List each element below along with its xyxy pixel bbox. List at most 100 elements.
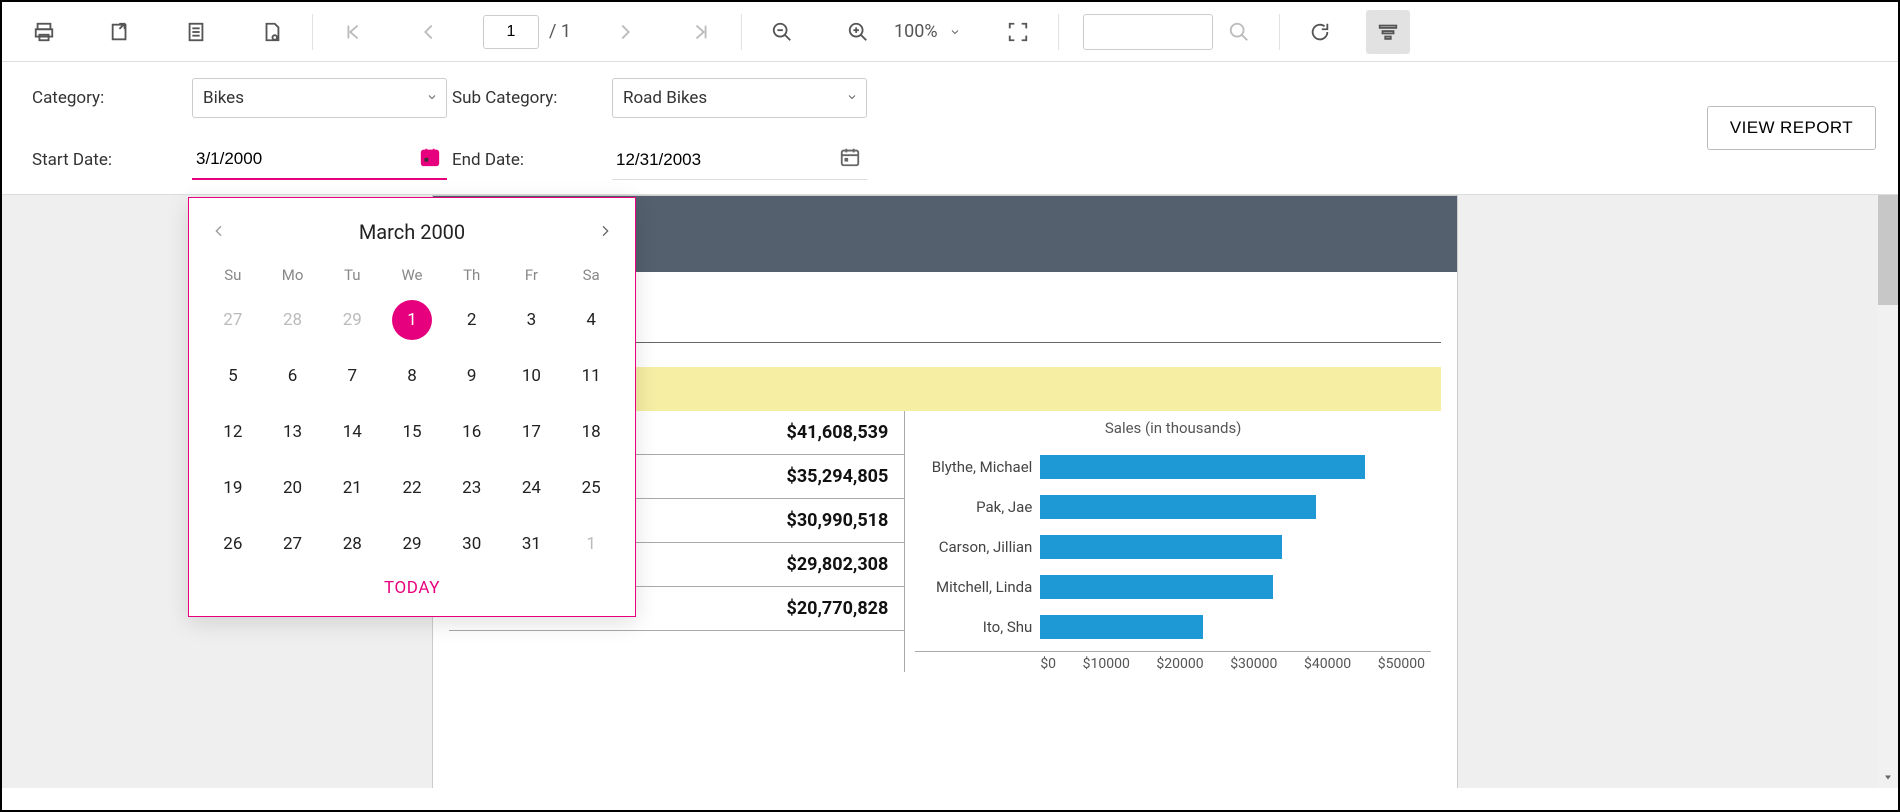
page-number-input[interactable] xyxy=(483,15,539,49)
print-button[interactable] xyxy=(22,10,66,54)
toggle-parameters-button[interactable] xyxy=(1366,10,1410,54)
end-date-label: End Date: xyxy=(452,150,612,170)
subcategory-dropdown[interactable]: Road Bikes xyxy=(612,78,867,118)
calendar-day[interactable]: 16 xyxy=(442,412,502,452)
start-date-field[interactable] xyxy=(192,140,447,180)
chart-tick-label: $0 xyxy=(1040,656,1056,672)
calendar-day[interactable]: 26 xyxy=(203,524,263,564)
last-page-button[interactable] xyxy=(679,10,723,54)
calendar-day-selected[interactable]: 1 xyxy=(392,300,432,340)
end-date-field[interactable] xyxy=(612,140,867,180)
export-button[interactable] xyxy=(98,10,142,54)
calendar-day[interactable]: 24 xyxy=(502,468,562,508)
vertical-scrollbar[interactable] xyxy=(1878,195,1898,788)
category-label: Category: xyxy=(32,88,192,108)
fit-to-page-button[interactable] xyxy=(996,10,1040,54)
calendar-today-button[interactable]: TODAY xyxy=(203,564,621,604)
chart-x-axis: $0 $10000 $20000 $30000 $40000 $50000 xyxy=(915,651,1431,672)
calendar-day[interactable]: 6 xyxy=(263,356,323,396)
calendar-day[interactable]: 21 xyxy=(322,468,382,508)
page-total-label: / 1 xyxy=(549,21,571,42)
chart-category-label: Blythe, Michael xyxy=(915,458,1040,476)
calendar-day[interactable]: 8 xyxy=(382,356,442,396)
calendar-day[interactable]: 5 xyxy=(203,356,263,396)
chart-category-label: Carson, Jillian xyxy=(915,538,1040,556)
chart-tick-label: $40000 xyxy=(1304,656,1351,672)
calendar-prev-month[interactable] xyxy=(211,220,227,245)
category-dropdown[interactable]: Bikes xyxy=(192,78,447,118)
calendar-day[interactable]: 10 xyxy=(502,356,562,396)
scroll-down-arrow[interactable] xyxy=(1878,766,1898,788)
calendar-day[interactable]: 20 xyxy=(263,468,323,508)
search-input[interactable] xyxy=(1083,14,1213,50)
chart-bar-row: Mitchell, Linda xyxy=(915,567,1431,607)
chart-tick-label: $20000 xyxy=(1156,656,1203,672)
page-setup-button[interactable] xyxy=(250,10,294,54)
chart-bar xyxy=(1040,455,1365,479)
page-layout-button[interactable] xyxy=(174,10,218,54)
calendar-day[interactable]: 2 xyxy=(442,300,502,340)
calendar-dow: Fr xyxy=(502,266,562,284)
calendar-day[interactable]: 11 xyxy=(561,356,621,396)
chart-tick-label: $30000 xyxy=(1230,656,1277,672)
calendar-day[interactable]: 27 xyxy=(263,524,323,564)
chart-category-label: Ito, Shu xyxy=(915,618,1040,636)
calendar-day[interactable]: 27 xyxy=(203,300,263,340)
search-button[interactable] xyxy=(1217,10,1261,54)
calendar-day[interactable]: 29 xyxy=(322,300,382,340)
calendar-day[interactable]: 12 xyxy=(203,412,263,452)
calendar-icon[interactable] xyxy=(839,146,861,173)
chart-title: Sales (in thousands) xyxy=(915,419,1431,437)
viewer-toolbar: / 1 100% xyxy=(2,2,1898,62)
scrollbar-thumb[interactable] xyxy=(1878,195,1898,305)
subcategory-label: Sub Category: xyxy=(452,88,612,108)
datepicker-popup: March 2000 SuMoTuWeThFrSa272829123456789… xyxy=(188,197,636,617)
calendar-dow: Th xyxy=(442,266,502,284)
zoom-dropdown[interactable] xyxy=(944,21,966,43)
calendar-dow: Tu xyxy=(322,266,382,284)
calendar-day[interactable]: 1 xyxy=(561,524,621,564)
chevron-down-icon xyxy=(426,88,438,108)
start-date-input[interactable] xyxy=(194,148,354,170)
calendar-day[interactable]: 13 xyxy=(263,412,323,452)
calendar-day[interactable]: 23 xyxy=(442,468,502,508)
calendar-day[interactable]: 4 xyxy=(561,300,621,340)
calendar-day[interactable]: 28 xyxy=(322,524,382,564)
chart-bar-row: Pak, Jae xyxy=(915,487,1431,527)
calendar-day[interactable]: 15 xyxy=(382,412,442,452)
chart-tick-label: $50000 xyxy=(1378,656,1425,672)
chart-category-label: Pak, Jae xyxy=(915,498,1040,516)
chart-bar xyxy=(1040,535,1282,559)
calendar-day[interactable]: 7 xyxy=(322,356,382,396)
calendar-day[interactable]: 18 xyxy=(561,412,621,452)
calendar-day[interactable]: 9 xyxy=(442,356,502,396)
view-report-button[interactable]: VIEW REPORT xyxy=(1707,106,1876,150)
calendar-day[interactable]: 30 xyxy=(442,524,502,564)
prev-page-button[interactable] xyxy=(407,10,451,54)
calendar-day[interactable]: 29 xyxy=(382,524,442,564)
calendar-month-title[interactable]: March 2000 xyxy=(359,220,465,244)
calendar-day[interactable]: 25 xyxy=(561,468,621,508)
calendar-day[interactable]: 3 xyxy=(502,300,562,340)
zoom-level-label: 100% xyxy=(894,21,938,42)
chart-tick-label: $10000 xyxy=(1083,656,1130,672)
next-page-button[interactable] xyxy=(603,10,647,54)
calendar-day[interactable]: 17 xyxy=(502,412,562,452)
end-date-input[interactable] xyxy=(614,149,774,171)
chart-bar xyxy=(1040,615,1202,639)
calendar-day[interactable]: 19 xyxy=(203,468,263,508)
calendar-day[interactable]: 28 xyxy=(263,300,323,340)
calendar-day[interactable]: 31 xyxy=(502,524,562,564)
first-page-button[interactable] xyxy=(331,10,375,54)
refresh-button[interactable] xyxy=(1298,10,1342,54)
calendar-day[interactable]: 22 xyxy=(382,468,442,508)
calendar-icon[interactable] xyxy=(419,146,441,173)
calendar-dow: Mo xyxy=(263,266,323,284)
zoom-in-button[interactable] xyxy=(836,10,880,54)
calendar-day[interactable]: 14 xyxy=(322,412,382,452)
calendar-next-month[interactable] xyxy=(597,220,613,245)
start-date-label: Start Date: xyxy=(32,150,192,170)
zoom-out-button[interactable] xyxy=(760,10,804,54)
calendar-dow: Su xyxy=(203,266,263,284)
chart-bar xyxy=(1040,575,1273,599)
